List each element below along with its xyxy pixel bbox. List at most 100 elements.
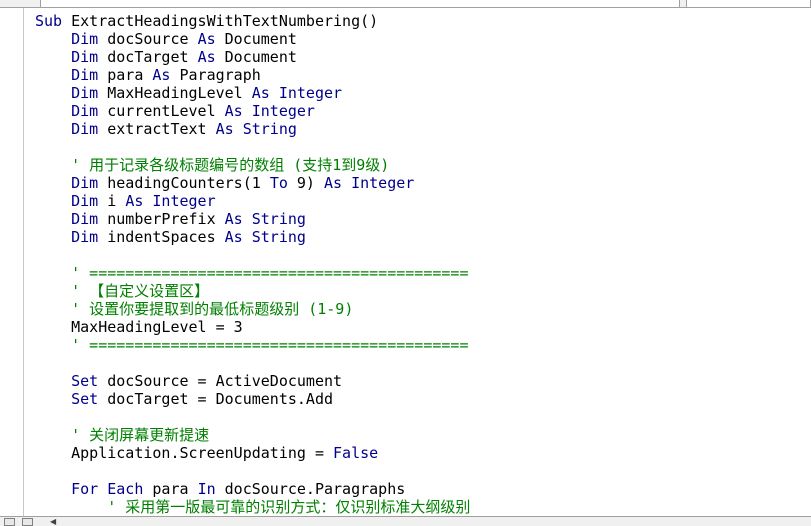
code-text[interactable]: Sub ExtractHeadingsWithTextNumbering() D… xyxy=(24,8,811,516)
code-line[interactable]: Dim para As Paragraph xyxy=(35,66,811,84)
code-token: para xyxy=(98,66,153,84)
scroll-left-arrow-icon[interactable]: ◀ xyxy=(50,517,56,526)
code-keyword: In xyxy=(197,480,216,498)
code-token: ExtractHeadingsWithTextNumbering() xyxy=(71,12,379,30)
code-line[interactable]: Dim docTarget As Document xyxy=(35,48,811,66)
code-token: docTarget xyxy=(98,48,198,66)
procedure-view-button[interactable] xyxy=(4,518,15,526)
code-line[interactable]: For Each para In docSource.Paragraphs xyxy=(35,480,811,498)
code-line[interactable]: Set docTarget = Documents.Add xyxy=(35,390,811,408)
code-keyword: Dim xyxy=(71,102,99,120)
code-keyword: As Integer xyxy=(224,102,315,120)
code-token: Document xyxy=(215,30,297,48)
code-line[interactable]: Sub ExtractHeadingsWithTextNumbering() xyxy=(35,12,811,30)
code-line[interactable]: ' 【自定义设置区】 xyxy=(35,282,811,300)
code-line[interactable]: ​ xyxy=(35,354,811,372)
code-line[interactable]: Dim i As Integer xyxy=(35,192,811,210)
code-comment: ' 用于记录各级标题编号的数组 (支持1到9级) xyxy=(71,156,390,174)
code-comment: ' 关闭屏幕更新提速 xyxy=(71,426,210,444)
code-keyword: As Integer xyxy=(125,192,216,210)
code-editor[interactable]: Sub ExtractHeadingsWithTextNumbering() D… xyxy=(24,8,811,516)
bottom-scroll-strip: ◀ xyxy=(0,516,811,526)
code-token: indentSpaces xyxy=(98,228,225,246)
procedure-dropdown[interactable] xyxy=(40,0,680,8)
code-token: docSource.Paragraphs xyxy=(215,480,406,498)
code-keyword: Set xyxy=(71,390,99,408)
code-token: numberPrefix xyxy=(98,210,225,228)
code-comment: ' ======================================… xyxy=(71,336,469,354)
code-keyword: Dim xyxy=(71,84,99,102)
code-keyword: As xyxy=(152,66,171,84)
code-keyword: False xyxy=(333,444,379,462)
code-line[interactable]: MaxHeadingLevel = 3 xyxy=(35,318,811,336)
code-line[interactable]: ' 设置你要提取到的最低标题级别 (1-9) xyxy=(35,300,811,318)
code-token: docTarget = Documents.Add xyxy=(98,390,334,408)
code-token: Application.ScreenUpdating = xyxy=(71,444,334,462)
code-keyword: Dim xyxy=(71,120,99,138)
code-keyword: Dim xyxy=(71,48,99,66)
margin-indicator-bar[interactable] xyxy=(0,8,24,516)
code-token: MaxHeadingLevel = 3 xyxy=(71,318,243,336)
code-line[interactable]: Dim extractText As String xyxy=(35,120,811,138)
code-line[interactable]: Set docSource = ActiveDocument xyxy=(35,372,811,390)
code-keyword: As Integer xyxy=(251,84,343,102)
code-line[interactable]: ' ======================================… xyxy=(35,336,811,354)
code-keyword: As String xyxy=(224,210,306,228)
code-token: para xyxy=(143,480,198,498)
code-token: docSource xyxy=(98,30,198,48)
code-line[interactable]: ​ xyxy=(35,246,811,264)
code-line[interactable]: Application.ScreenUpdating = False xyxy=(35,444,811,462)
code-keyword: As String xyxy=(224,228,306,246)
code-line[interactable]: ​ xyxy=(35,408,811,426)
code-keyword: For Each xyxy=(71,480,144,498)
code-keyword: Dim xyxy=(71,66,99,84)
code-line[interactable]: ' 采用第一版最可靠的识别方式：仅识别标准大纲级别 xyxy=(35,498,811,516)
code-keyword: As String xyxy=(215,120,297,138)
code-line[interactable]: Dim indentSpaces As String xyxy=(35,228,811,246)
code-token: MaxHeadingLevel xyxy=(98,84,252,102)
code-line[interactable]: Dim currentLevel As Integer xyxy=(35,102,811,120)
code-keyword: Sub xyxy=(35,12,72,30)
code-line[interactable]: ' 关闭屏幕更新提速 xyxy=(35,426,811,444)
code-line[interactable]: ​ xyxy=(35,138,811,156)
code-token: extractText xyxy=(98,120,216,138)
code-line[interactable]: Dim MaxHeadingLevel As Integer xyxy=(35,84,811,102)
code-line[interactable]: Dim docSource As Document xyxy=(35,30,811,48)
full-module-view-button[interactable] xyxy=(22,518,33,526)
code-line[interactable]: ' ======================================… xyxy=(35,264,811,282)
code-keyword: As xyxy=(197,48,216,66)
code-keyword: As Integer xyxy=(324,174,415,192)
code-line[interactable]: Dim headingCounters(1 To 9) As Integer xyxy=(35,174,811,192)
code-line[interactable]: Dim numberPrefix As String xyxy=(35,210,811,228)
code-token: docSource = ActiveDocument xyxy=(98,372,343,390)
object-dropdown[interactable] xyxy=(686,0,811,8)
code-comment: ' 【自定义设置区】 xyxy=(71,282,210,300)
code-keyword: Dim xyxy=(71,30,99,48)
code-line[interactable]: ' 用于记录各级标题编号的数组 (支持1到9级) xyxy=(35,156,811,174)
code-comment: ' 设置你要提取到的最低标题级别 (1-9) xyxy=(71,300,354,318)
code-keyword: Dim xyxy=(71,174,99,192)
code-line[interactable]: ​ xyxy=(35,462,811,480)
code-keyword: Dim xyxy=(71,192,99,210)
top-toolbar-strip xyxy=(0,0,811,8)
code-keyword: To xyxy=(269,174,288,192)
